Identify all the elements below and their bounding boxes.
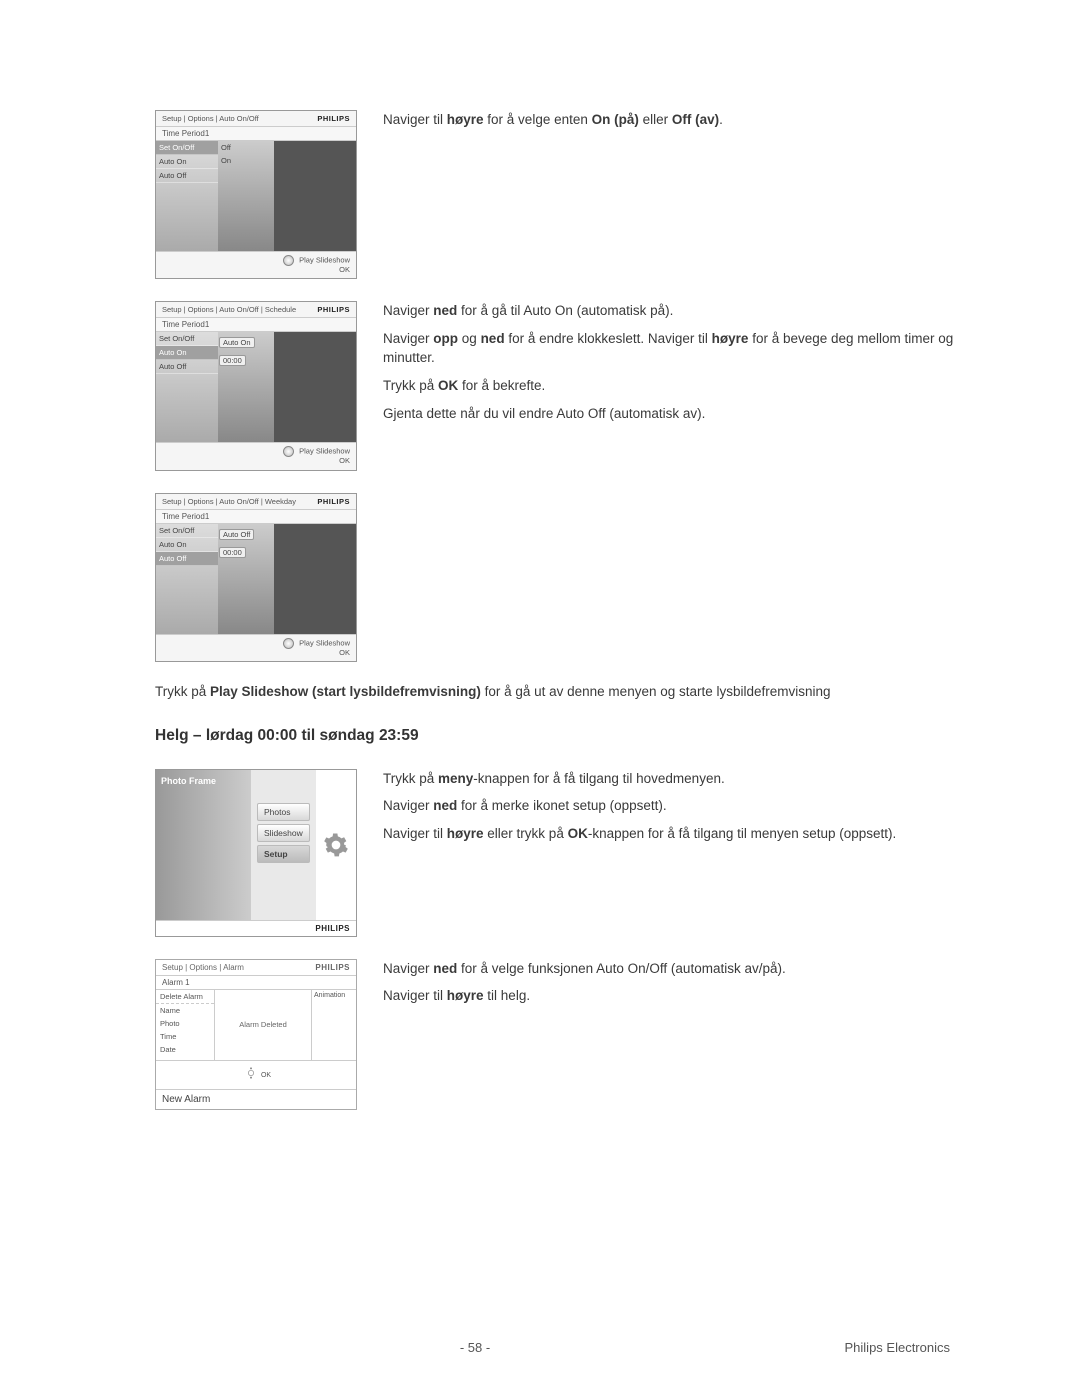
instruction-text: Trykk på OK for å bekrefte. xyxy=(383,376,1000,396)
footer-ok: OK xyxy=(339,265,350,274)
brand-logo: PHILIPS xyxy=(317,497,350,506)
list-item: Auto On xyxy=(156,538,218,552)
footer-play: Play Slideshow xyxy=(299,255,350,264)
list-item: Auto On xyxy=(156,155,218,169)
list-item: Delete Alarm xyxy=(156,990,214,1004)
nav-dot-icon xyxy=(283,446,294,457)
screenshot-auto-off-weekday: Setup | Options | Auto On/Off | Weekday … xyxy=(155,493,357,662)
pill-time: 00:00 xyxy=(219,355,246,366)
instruction-text: Naviger til høyre for å velge enten On (… xyxy=(383,110,1000,130)
breadcrumb: Setup | Options | Auto On/Off | Schedule xyxy=(162,305,296,314)
list-item: Auto On xyxy=(156,346,218,360)
instruction-text: Naviger opp og ned for å endre klokkesle… xyxy=(383,329,1000,368)
list-item: Auto Off xyxy=(156,360,218,374)
list-item: Set On/Off xyxy=(156,332,218,346)
instruction-text: Naviger til høyre til helg. xyxy=(383,986,1000,1006)
menu-title: Photo Frame xyxy=(156,770,251,920)
list-item: Set On/Off xyxy=(156,524,218,538)
breadcrumb: Setup | Options | Auto On/Off | Weekday xyxy=(162,497,296,506)
list-item: Name xyxy=(156,1004,214,1017)
publisher-label: Philips Electronics xyxy=(845,1340,951,1355)
ok-label: OK xyxy=(261,1072,271,1079)
list-item: Auto Off xyxy=(156,169,218,183)
alarm-status: Alarm Deleted xyxy=(215,990,312,1060)
new-alarm-label: New Alarm xyxy=(156,1089,356,1109)
brand-logo: PHILIPS xyxy=(156,920,356,936)
option-off: Off xyxy=(218,141,274,154)
list-item: Date xyxy=(156,1043,214,1056)
dpad-icon xyxy=(243,1065,259,1081)
list-item: Set On/Off xyxy=(156,141,218,155)
screenshot-auto-onoff: Setup | Options | Auto On/Off PHILIPS Ti… xyxy=(155,110,357,279)
instruction-text: Trykk på meny-knappen for å få tilgang t… xyxy=(383,769,1000,789)
gear-icon xyxy=(323,832,349,858)
breadcrumb: Setup | Options | Auto On/Off xyxy=(162,114,259,123)
time-period-label: Time Period1 xyxy=(156,318,356,332)
screenshot-auto-on-schedule: Setup | Options | Auto On/Off | Schedule… xyxy=(155,301,357,470)
pill-time: 00:00 xyxy=(219,547,246,558)
menu-item-slideshow: Slideshow xyxy=(257,824,310,842)
instruction-text: Naviger ned for å gå til Auto On (automa… xyxy=(383,301,1000,321)
alarm-sub: Alarm 1 xyxy=(156,976,356,990)
pill-label: Auto Off xyxy=(219,529,254,540)
footer-play: Play Slideshow xyxy=(299,447,350,456)
alarm-right: Animation xyxy=(312,990,356,1060)
instruction-text: Naviger til høyre eller trykk på OK-knap… xyxy=(383,824,1000,844)
instruction-text: Gjenta dette når du vil endre Auto Off (… xyxy=(383,404,1000,424)
breadcrumb: Setup | Options | Alarm xyxy=(162,963,244,972)
time-period-label: Time Period1 xyxy=(156,510,356,524)
brand-logo: PHILIPS xyxy=(315,963,350,972)
time-period-label: Time Period1 xyxy=(156,127,356,141)
menu-item-setup: Setup xyxy=(257,845,310,863)
slideshow-instruction: Trykk på Play Slideshow (start lysbildef… xyxy=(155,684,1000,699)
menu-item-photos: Photos xyxy=(257,803,310,821)
list-item: Auto Off xyxy=(156,552,218,566)
nav-dot-icon xyxy=(283,255,294,266)
instruction-text: Naviger ned for å merke ikonet setup (op… xyxy=(383,796,1000,816)
footer-ok: OK xyxy=(339,456,350,465)
nav-dot-icon xyxy=(283,638,294,649)
option-on: On xyxy=(218,154,274,167)
footer-play: Play Slideshow xyxy=(299,638,350,647)
screenshot-main-menu: Photo Frame Photos Slideshow Setup PHILI… xyxy=(155,769,357,937)
pill-label: Auto On xyxy=(219,337,255,348)
screenshot-alarm: Setup | Options | Alarm PHILIPS Alarm 1 … xyxy=(155,959,357,1110)
brand-logo: PHILIPS xyxy=(317,114,350,123)
list-item: Time xyxy=(156,1030,214,1043)
section-heading: Helg – lørdag 00:00 til søndag 23:59 xyxy=(155,727,1000,745)
brand-logo: PHILIPS xyxy=(317,305,350,314)
footer-ok: OK xyxy=(339,648,350,657)
instruction-text: Naviger ned for å velge funksjonen Auto … xyxy=(383,959,1000,979)
list-item: Photo xyxy=(156,1017,214,1030)
page-number: - 58 - xyxy=(0,1340,950,1355)
